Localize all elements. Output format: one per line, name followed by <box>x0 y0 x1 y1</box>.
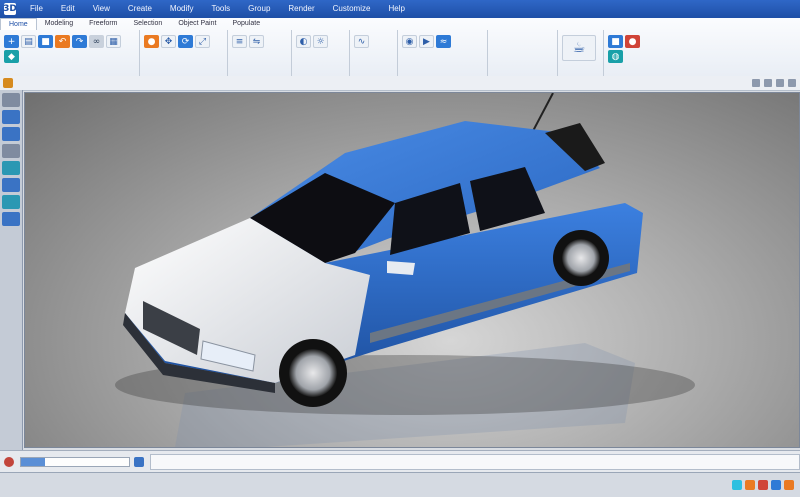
new-icon[interactable]: + <box>4 35 19 48</box>
status-bar <box>0 472 800 497</box>
scale-icon[interactable]: ⤢ <box>195 35 210 48</box>
panel-item-motion[interactable] <box>2 161 20 175</box>
mirror-icon[interactable]: ⇋ <box>249 35 264 48</box>
ribbon-group-material: ◐ ☼ <box>292 30 350 76</box>
snap-icon[interactable] <box>745 480 755 490</box>
link-icon[interactable]: ∞ <box>89 35 104 48</box>
menu-render[interactable]: Render <box>279 0 323 18</box>
ribbon-group-spacer <box>488 30 558 76</box>
shade-icon[interactable]: ■ <box>608 35 623 48</box>
menu-group[interactable]: Group <box>239 0 279 18</box>
ribbon-group-transform: ● ✥ ⟳ ⤢ <box>140 30 228 76</box>
animate-icon[interactable]: ▶ <box>419 35 434 48</box>
panel-item-objects[interactable] <box>2 110 20 124</box>
paint-icon[interactable]: ● <box>625 35 640 48</box>
ribbon-group-layers: ≡ ⇋ <box>228 30 292 76</box>
save-icon[interactable]: ■ <box>38 35 53 48</box>
select-icon[interactable]: ● <box>144 35 159 48</box>
restore-icon[interactable] <box>764 79 772 87</box>
pan-icon[interactable] <box>784 480 794 490</box>
track-bar[interactable] <box>149 454 800 470</box>
move-icon[interactable]: ✥ <box>161 35 176 48</box>
ribbon-groups: + ▤ ■ ↶ ↷ ∞ ▦ ◆ ● ✥ ⟳ ⤢ ≡ ⇋ ◐ ☼ ∿ ◉ ▶ ≈ … <box>0 30 660 76</box>
ribbon-group-animate: ◉ ▶ ≈ <box>398 30 488 76</box>
tab-selection[interactable]: Selection <box>126 18 171 30</box>
menu-help[interactable]: Help <box>379 0 413 18</box>
tab-modeling[interactable]: Modeling <box>37 18 81 30</box>
camera-icon[interactable]: ◉ <box>402 35 417 48</box>
panel-item-hierarchy[interactable] <box>2 144 20 158</box>
tab-freeform[interactable]: Freeform <box>81 18 125 30</box>
panel-item-modifiers[interactable] <box>2 127 20 141</box>
side-panel <box>0 90 23 450</box>
ribbon-group-render: ☕ <box>558 30 604 76</box>
ribbon-tabs: Home Modeling Freeform Selection Object … <box>0 18 800 30</box>
panel-item-utilities[interactable] <box>2 195 20 209</box>
ribbon-toolbar: Home Modeling Freeform Selection Object … <box>0 18 800 77</box>
tab-home[interactable]: Home <box>0 18 37 30</box>
car-render <box>115 93 695 447</box>
timeline-bar <box>0 450 800 473</box>
tab-object-paint[interactable]: Object Paint <box>170 18 224 30</box>
tab-populate[interactable]: Populate <box>224 18 268 30</box>
zoom-icon[interactable] <box>771 480 781 490</box>
panel-item-display[interactable] <box>2 178 20 192</box>
material-icon[interactable]: ◐ <box>296 35 311 48</box>
curve-icon[interactable]: ∿ <box>354 35 369 48</box>
quick-access-strip <box>0 76 800 91</box>
time-slider[interactable] <box>19 457 130 467</box>
ribbon-group-curves: ∿ <box>350 30 398 76</box>
wave-icon[interactable]: ≈ <box>436 35 451 48</box>
record-button[interactable] <box>4 457 14 467</box>
minimize-icon[interactable] <box>752 79 760 87</box>
undo-icon[interactable]: ↶ <box>55 35 70 48</box>
render-icon[interactable]: ☕ <box>562 35 596 61</box>
3d-viewport[interactable] <box>24 92 800 448</box>
status-controls <box>729 480 794 490</box>
menu-view[interactable]: View <box>84 0 119 18</box>
panel-item-materials[interactable] <box>2 212 20 226</box>
menu-tools[interactable]: Tools <box>202 0 239 18</box>
grid-icon[interactable]: ▦ <box>106 35 121 48</box>
snap-toggle-icon[interactable]: ◆ <box>4 50 19 63</box>
rotate-icon[interactable]: ⟳ <box>178 35 193 48</box>
ribbon-group-shade: ■ ● ◍ <box>604 30 660 76</box>
window-controls <box>748 79 796 87</box>
menu-file[interactable]: File <box>21 0 52 18</box>
menu-modify[interactable]: Modify <box>161 0 203 18</box>
pencil-icon[interactable] <box>3 78 13 88</box>
open-icon[interactable]: ▤ <box>21 35 36 48</box>
light-icon[interactable]: ☼ <box>313 35 328 48</box>
menu-customize[interactable]: Customize <box>324 0 380 18</box>
redo-icon[interactable]: ↷ <box>72 35 87 48</box>
menu-create[interactable]: Create <box>119 0 161 18</box>
warning-icon[interactable] <box>758 480 768 490</box>
grid-toggle-icon[interactable] <box>732 480 742 490</box>
close-icon[interactable] <box>788 79 796 87</box>
menu-edit[interactable]: Edit <box>52 0 84 18</box>
app-logo[interactable]: 3D <box>3 3 17 15</box>
menu-bar: 3D File Edit View Create Modify Tools Gr… <box>0 0 800 18</box>
time-slider-fill <box>20 458 45 466</box>
panel-item-scene[interactable] <box>2 93 20 107</box>
layer-icon[interactable]: ≡ <box>232 35 247 48</box>
globe-icon[interactable]: ◍ <box>608 50 623 63</box>
play-button[interactable] <box>133 457 144 467</box>
ribbon-group-file: + ▤ ■ ↶ ↷ ∞ ▦ ◆ <box>0 30 140 76</box>
maximize-icon[interactable] <box>776 79 784 87</box>
